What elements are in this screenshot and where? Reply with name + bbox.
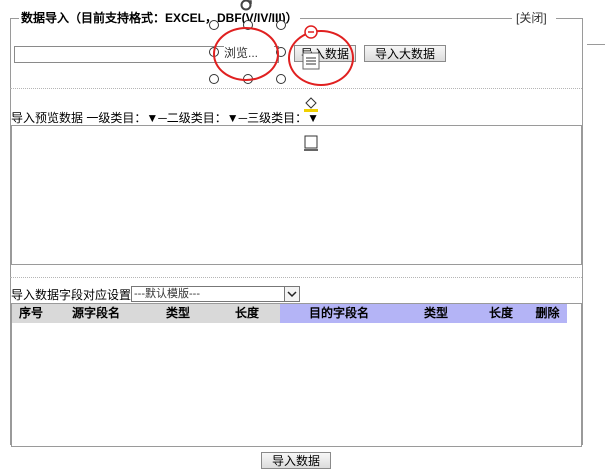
import-big-data-button[interactable]: 导入大数据: [364, 45, 446, 62]
preview-area[interactable]: [11, 125, 582, 265]
col-header-source-field: 源字段名: [50, 304, 142, 323]
col-header-seq: 序号: [12, 304, 50, 323]
col-header-target-type: 类型: [398, 304, 474, 323]
close-link[interactable]: [关闭]: [514, 11, 549, 25]
chevron-down-icon[interactable]: [284, 287, 299, 301]
preview-label: 导入预览数据 一级类目：▼─二级类目：▼─三级类目：▼: [11, 111, 319, 125]
dialog-title: 数据导入（目前支持格式：EXCEL，DBF(V/IV/III)）: [19, 11, 300, 25]
resize-handle[interactable]: [209, 20, 219, 30]
col-header-target-field: 目的字段名: [280, 304, 398, 323]
template-select-value: ---默认模版---: [134, 288, 200, 300]
divider: [10, 277, 582, 278]
frame-top-right: [556, 18, 582, 19]
remove-icon[interactable]: [304, 25, 318, 39]
border-icon[interactable]: [302, 134, 320, 152]
fill-color-icon[interactable]: [302, 94, 320, 112]
frame-right: [582, 18, 583, 444]
template-select[interactable]: ---默认模版---: [131, 286, 300, 302]
rotate-handle-icon[interactable]: [239, 0, 253, 12]
resize-handle[interactable]: [276, 20, 286, 30]
side-line: [587, 44, 605, 45]
col-header-source-length: 长度: [214, 304, 280, 323]
col-header-source-type: 类型: [142, 304, 214, 323]
text-format-icon[interactable]: [302, 52, 320, 70]
col-header-target-length: 长度: [474, 304, 528, 323]
grid-header: 序号 源字段名 类型 长度 目的字段名 类型 长度 删除: [12, 304, 567, 323]
resize-handle[interactable]: [276, 74, 286, 84]
resize-handle[interactable]: [209, 74, 219, 84]
highlight-ring-import: [288, 30, 354, 86]
field-mapping-grid: 序号 源字段名 类型 长度 目的字段名 类型 长度 删除: [11, 303, 582, 447]
footer-import-button[interactable]: 导入数据: [261, 452, 331, 469]
divider: [10, 88, 582, 89]
highlight-ring-browse: [213, 27, 279, 81]
frame-top-mid: [300, 18, 512, 19]
col-header-delete: 删除: [528, 304, 567, 323]
mapping-label: 导入数据字段对应设置: [11, 288, 132, 302]
